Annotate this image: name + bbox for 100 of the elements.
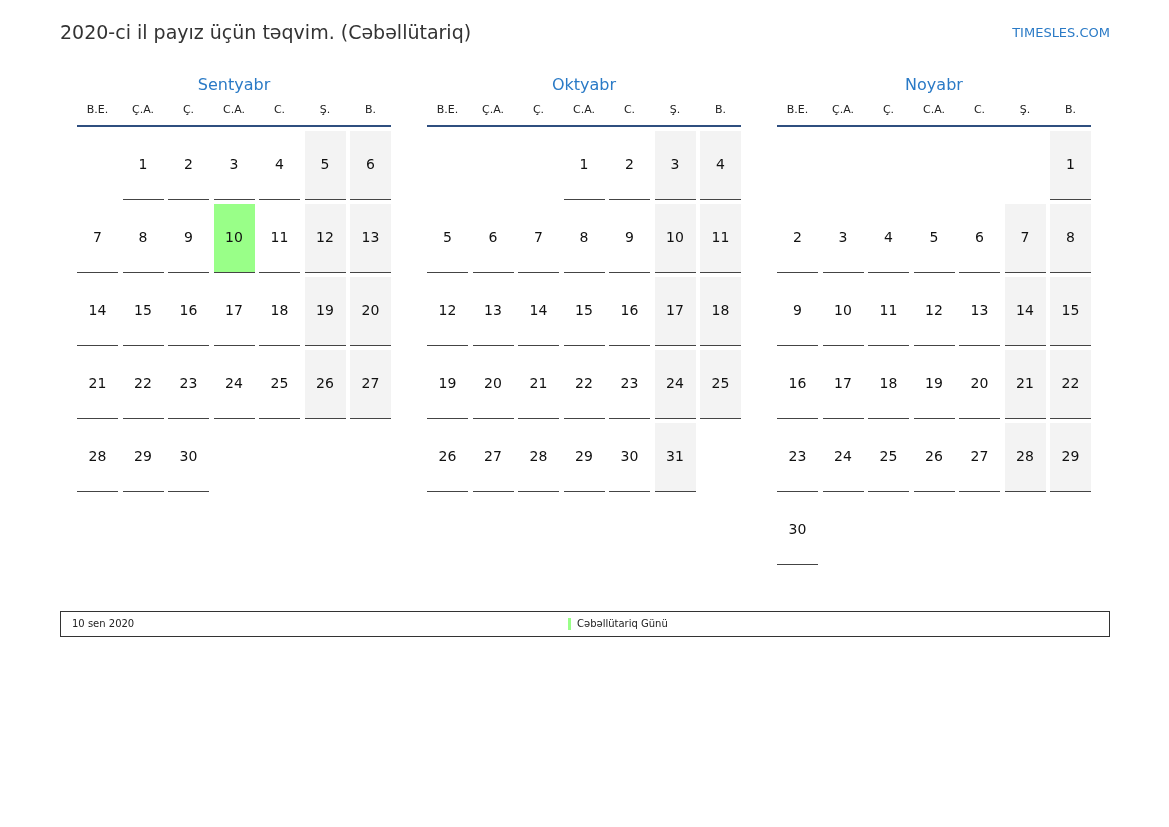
day-cell: 8	[122, 203, 164, 273]
day-cell: 27	[472, 422, 514, 492]
weekday-label: Ş.	[1018, 102, 1032, 119]
day-cell: 12	[913, 276, 955, 346]
day-cell: 9	[168, 203, 209, 273]
day-cell: 14	[77, 276, 118, 346]
weekday-label: C.A.	[922, 102, 946, 119]
day-cell: 4	[259, 130, 300, 200]
month-title: Noyabr	[904, 73, 964, 96]
weekday-label: C.A.	[572, 102, 596, 119]
day-cell: 16	[609, 276, 650, 346]
day-cell: 26	[913, 422, 955, 492]
day-cell: 1	[563, 130, 605, 200]
day-cell: 30	[609, 422, 650, 492]
day-cell: 16	[168, 276, 209, 346]
day-cell: 19	[427, 349, 468, 419]
weekday-label: C.	[972, 102, 987, 119]
weekday-label: Ç.A.	[131, 102, 155, 119]
day-cell: 21	[518, 349, 559, 419]
day-cell: 4	[700, 130, 741, 200]
weekday-label: B.	[1063, 102, 1077, 119]
day-cell: 3	[654, 130, 696, 200]
day-cell: 28	[1004, 422, 1046, 492]
day-cell: 12	[427, 276, 468, 346]
weekday-label: B.E.	[85, 102, 110, 119]
day-cell: 16	[777, 349, 818, 419]
day-cell: 24	[213, 349, 255, 419]
month-title: Sentyabr	[196, 73, 272, 96]
day-cell: 2	[777, 203, 818, 273]
month-title: Oktyabr	[550, 73, 618, 96]
day-cell: 23	[168, 349, 209, 419]
day-cell: 8	[563, 203, 605, 273]
day-cell: 17	[213, 276, 255, 346]
day-cell: 11	[868, 276, 909, 346]
weekday-label: Ç.	[531, 102, 546, 119]
weekday-label: Ç.A.	[831, 102, 855, 119]
day-cell: 4	[868, 203, 909, 273]
day-cell: 21	[77, 349, 118, 419]
day-cell: 21	[1004, 349, 1046, 419]
day-cell: 9	[777, 276, 818, 346]
weekday-label: B.E.	[435, 102, 460, 119]
day-cell: 24	[654, 349, 696, 419]
day-cell: 18	[259, 276, 300, 346]
day-cell: 24	[822, 422, 864, 492]
day-cell: 14	[1004, 276, 1046, 346]
day-cell: 27	[350, 349, 391, 419]
day-cell: 6	[350, 130, 391, 200]
day-cell: 6	[959, 203, 1000, 273]
day-cell: 25	[700, 349, 741, 419]
day-cell: 26	[427, 422, 468, 492]
day-cell: 23	[777, 422, 818, 492]
day-cell: 5	[913, 203, 955, 273]
day-cell: 17	[654, 276, 696, 346]
day-cell: 22	[1050, 349, 1091, 419]
holiday-date: 10 sen 2020	[72, 617, 136, 631]
day-cell: 23	[609, 349, 650, 419]
day-cell: 6	[472, 203, 514, 273]
weekday-label: B.	[363, 102, 377, 119]
weekday-label: C.A.	[222, 102, 246, 119]
day-cell: 3	[213, 130, 255, 200]
day-cell: 13	[472, 276, 514, 346]
day-cell: 11	[700, 203, 741, 273]
day-cell: 25	[868, 422, 909, 492]
day-cell: 19	[304, 276, 346, 346]
weekday-label: Ş.	[668, 102, 682, 119]
weekday-label: C.	[622, 102, 637, 119]
day-cell: 20	[959, 349, 1000, 419]
day-cell: 27	[959, 422, 1000, 492]
day-cell: 29	[1050, 422, 1091, 492]
day-cell: 22	[122, 349, 164, 419]
day-cell: 5	[304, 130, 346, 200]
weekday-label: Ç.A.	[481, 102, 505, 119]
day-cell: 3	[822, 203, 864, 273]
day-cell: 15	[1050, 276, 1091, 346]
day-cell: 7	[1004, 203, 1046, 273]
weekday-label: B.	[713, 102, 727, 119]
day-cell: 18	[700, 276, 741, 346]
day-cell: 9	[609, 203, 650, 273]
day-cell: 14	[518, 276, 559, 346]
day-cell: 19	[913, 349, 955, 419]
day-cell: 15	[122, 276, 164, 346]
weekday-label: Ş.	[318, 102, 332, 119]
day-cell: 28	[518, 422, 559, 492]
day-cell: 13	[350, 203, 391, 273]
day-cell: 5	[427, 203, 468, 273]
day-cell: 2	[168, 130, 209, 200]
day-cell: 17	[822, 349, 864, 419]
day-cell: 2	[609, 130, 650, 200]
site-link[interactable]: TIMESLES.COM	[1012, 23, 1110, 43]
day-cell: 13	[959, 276, 1000, 346]
day-cell: 20	[350, 276, 391, 346]
day-cell: 22	[563, 349, 605, 419]
day-cell: 29	[563, 422, 605, 492]
day-cell: 30	[777, 495, 818, 565]
day-cell: 29	[122, 422, 164, 492]
day-cell: 20	[472, 349, 514, 419]
day-cell: 8	[1050, 203, 1091, 273]
day-cell: 7	[77, 203, 118, 273]
day-cell: 10	[822, 276, 864, 346]
weekday-label: Ç.	[181, 102, 196, 119]
